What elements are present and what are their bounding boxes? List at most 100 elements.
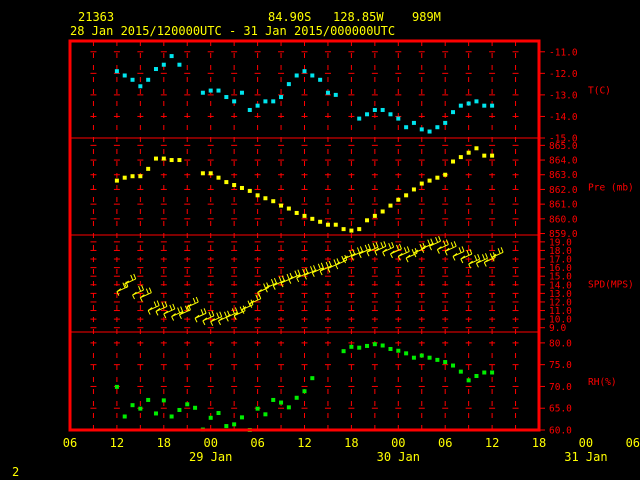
pressure-point	[114, 178, 119, 183]
x-tick-label: 12	[297, 436, 311, 450]
relative_humidity-point	[224, 424, 229, 429]
pressure-point	[443, 172, 448, 177]
y-tick-label: 80.0	[549, 338, 572, 349]
x-tick-label: 06	[438, 436, 452, 450]
pressure-point	[271, 199, 276, 204]
pressure-point	[333, 222, 338, 227]
y-tick-label: 863.0	[549, 170, 578, 181]
pressure-point	[161, 156, 166, 161]
relative_humidity-point	[193, 405, 198, 410]
x-tick-label: 00	[579, 436, 593, 450]
temperature-point	[302, 69, 307, 74]
relative_humidity-point	[419, 353, 424, 358]
pressure-point	[474, 146, 479, 151]
date-label: 30 Jan	[377, 450, 420, 464]
panel-label: T(C)	[588, 86, 611, 97]
x-tick-label: 06	[63, 436, 77, 450]
pressure-point	[224, 180, 229, 185]
relative_humidity-point	[411, 355, 416, 360]
temperature-point	[216, 88, 221, 93]
y-tick-label: 862.0	[549, 185, 578, 196]
relative_humidity-point	[341, 349, 346, 354]
x-tick-label: 18	[157, 436, 171, 450]
pressure-point	[177, 158, 182, 163]
pressure-point	[263, 196, 268, 201]
pressure-point	[396, 197, 401, 202]
y-tick-label: 9.0	[549, 323, 566, 334]
pressure-point	[466, 150, 471, 155]
relative_humidity-point	[239, 415, 244, 420]
relative_humidity-point	[271, 397, 276, 402]
pressure-point	[482, 153, 487, 158]
pressure-point	[286, 206, 291, 211]
x-tick-label: 12	[110, 436, 124, 450]
pressure-point	[130, 174, 135, 179]
pressure-point	[404, 193, 409, 198]
temperature-point	[169, 54, 174, 59]
page-number: 2	[12, 465, 19, 479]
relative_humidity-point	[161, 398, 166, 403]
relative_humidity-point	[153, 411, 158, 416]
y-tick-label: 65.0	[549, 404, 572, 415]
time-period: 28 Jan 2015/120000UTC - 31 Jan 2015/0000…	[70, 24, 395, 38]
station-id: 21363	[78, 10, 114, 24]
relative_humidity-point	[279, 400, 284, 405]
temperature-point	[490, 103, 495, 108]
pressure-point	[380, 209, 385, 214]
temperature-point	[263, 99, 268, 104]
relative_humidity-point	[365, 343, 370, 348]
temperature-point	[365, 112, 370, 117]
temperature-point	[130, 77, 135, 82]
relative_humidity-point	[451, 363, 456, 368]
pressure-point	[458, 155, 463, 160]
pressure-point	[349, 228, 354, 233]
temperature-point	[208, 88, 213, 93]
relative_humidity-point	[458, 369, 463, 374]
pressure-point	[208, 171, 213, 176]
temperature-point	[388, 112, 393, 117]
pressure-point	[451, 159, 456, 164]
x-tick-label: 06	[626, 436, 640, 450]
pressure-point	[255, 193, 260, 198]
x-tick-label: 18	[532, 436, 546, 450]
station-elevation: 989M	[412, 10, 441, 24]
temperature-point	[247, 107, 252, 112]
pressure-point	[325, 222, 330, 227]
relative_humidity-point	[427, 355, 432, 360]
temperature-point	[153, 67, 158, 72]
temperature-point	[224, 95, 229, 100]
y-tick-label: 60.0	[549, 426, 572, 437]
relative_humidity-point	[208, 415, 213, 420]
temperature-point	[146, 77, 151, 82]
temperature-point	[333, 92, 338, 97]
temperature-point	[138, 84, 143, 89]
relative_humidity-point	[169, 414, 174, 419]
pressure-point	[357, 227, 362, 232]
x-tick-label: 06	[250, 436, 264, 450]
temperature-point	[318, 77, 323, 82]
pressure-point	[490, 153, 495, 158]
relative_humidity-point	[443, 360, 448, 365]
temperature-point	[255, 103, 260, 108]
relative_humidity-point	[302, 389, 307, 394]
relative_humidity-point	[490, 370, 495, 375]
relative_humidity-point	[114, 384, 119, 389]
pressure-point	[279, 203, 284, 208]
x-tick-label: 00	[203, 436, 217, 450]
pressure-point	[411, 187, 416, 192]
temperature-point	[427, 129, 432, 134]
x-tick-label: 00	[391, 436, 405, 450]
pressure-point	[427, 178, 432, 183]
temperature-point	[411, 120, 416, 125]
temperature-point	[451, 110, 456, 115]
y-tick-label: -11.0	[549, 47, 578, 58]
relative_humidity-point	[357, 345, 362, 350]
pressure-point	[146, 166, 151, 171]
temperature-point	[122, 73, 127, 78]
relative_humidity-point	[310, 376, 315, 381]
pressure-point	[372, 213, 377, 218]
relative_humidity-point	[474, 373, 479, 378]
relative_humidity-point	[232, 422, 237, 427]
pressure-point	[232, 183, 237, 188]
temperature-point	[286, 82, 291, 87]
